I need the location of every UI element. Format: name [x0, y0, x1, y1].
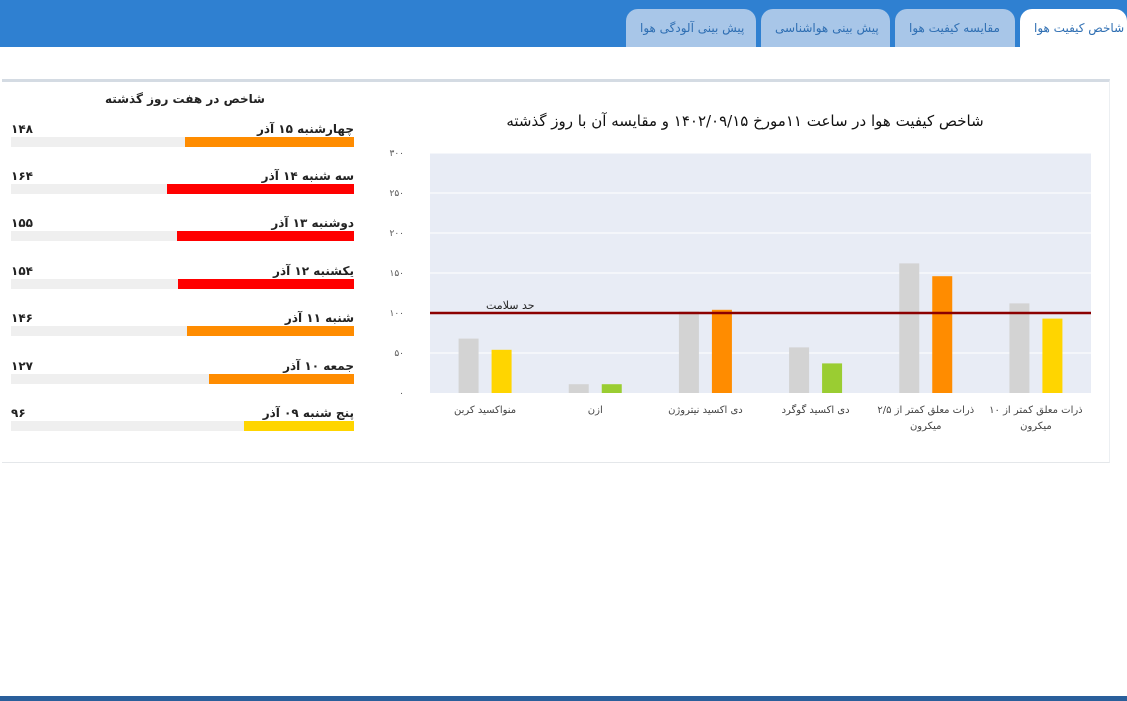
category-label: دی اکسید نیتروژن [668, 405, 743, 416]
footer-strip [0, 696, 1127, 701]
category-label: منواکسید کربن [454, 405, 516, 416]
y-tick-label: ۰ [399, 389, 404, 399]
bar [711, 309, 732, 393]
category-label: ذرات معلق کمتر از ۲/۵ [877, 405, 974, 416]
category-label: دی اکسید گوگرد [782, 404, 850, 416]
bar [601, 384, 622, 393]
bar [678, 311, 699, 393]
category-label: میکرون [1020, 421, 1052, 432]
health-limit-label: حد سلامت [486, 299, 535, 312]
y-tick-label: ۱۵۰ [389, 269, 404, 279]
category-label: ازن [588, 405, 603, 416]
bar [1009, 303, 1030, 393]
y-tick-label: ۲۵۰ [389, 189, 404, 199]
category-label: ذرات معلق کمتر از ۱۰ [989, 405, 1082, 416]
pollutant-bar-chart: ۰ ۵۰ ۱۰۰ ۱۵۰ ۲۰۰ ۲۵۰ ۳۰۰ منواکسید کربن ازن دی اکس… [389, 149, 1091, 432]
category-label: میکرون [910, 421, 942, 432]
y-tick-label: ۱۰۰ [389, 309, 404, 319]
bar [899, 263, 920, 393]
bar [822, 363, 843, 393]
bar [932, 276, 953, 393]
y-tick-label: ۳۰۰ [389, 149, 404, 159]
bar [491, 349, 512, 393]
bar [568, 384, 589, 393]
bar [789, 347, 810, 393]
y-tick-label: ۵۰ [394, 349, 404, 359]
y-tick-label: ۲۰۰ [389, 229, 404, 239]
bar [458, 338, 479, 393]
bar [1042, 318, 1063, 393]
